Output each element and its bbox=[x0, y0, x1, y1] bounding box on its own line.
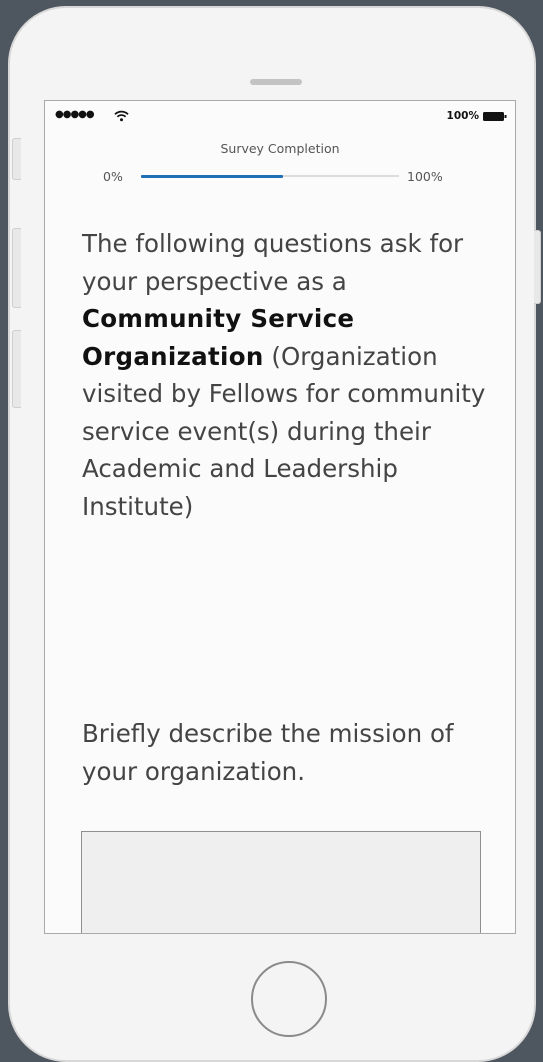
power-button bbox=[534, 230, 541, 304]
progress-min-label: 0% bbox=[103, 169, 123, 184]
intro-text: The following questions ask for your per… bbox=[82, 225, 492, 525]
wifi-icon bbox=[114, 110, 129, 122]
phone-screen: ●●●●● 100% Survey Completion 0% 100% The… bbox=[44, 100, 516, 934]
signal-strength-icon: ●●●●● bbox=[55, 109, 95, 120]
intro-lead: The following questions ask for your per… bbox=[82, 229, 464, 296]
mute-switch bbox=[12, 138, 21, 180]
status-bar: ●●●●● 100% bbox=[55, 109, 507, 125]
battery-percent: 100% bbox=[446, 110, 479, 122]
mission-answer-field[interactable] bbox=[81, 831, 481, 933]
volume-down-button bbox=[12, 330, 21, 408]
volume-up-button bbox=[12, 228, 21, 308]
progress-bar bbox=[141, 174, 399, 178]
progress-bar-fill bbox=[141, 174, 283, 178]
progress-title: Survey Completion bbox=[220, 141, 340, 156]
speaker-grille bbox=[250, 79, 302, 85]
question-text: Briefly describe the mission of your org… bbox=[82, 719, 454, 786]
progress-max-label: 100% bbox=[407, 169, 443, 184]
battery-icon bbox=[483, 112, 507, 121]
home-button[interactable] bbox=[251, 961, 327, 1037]
